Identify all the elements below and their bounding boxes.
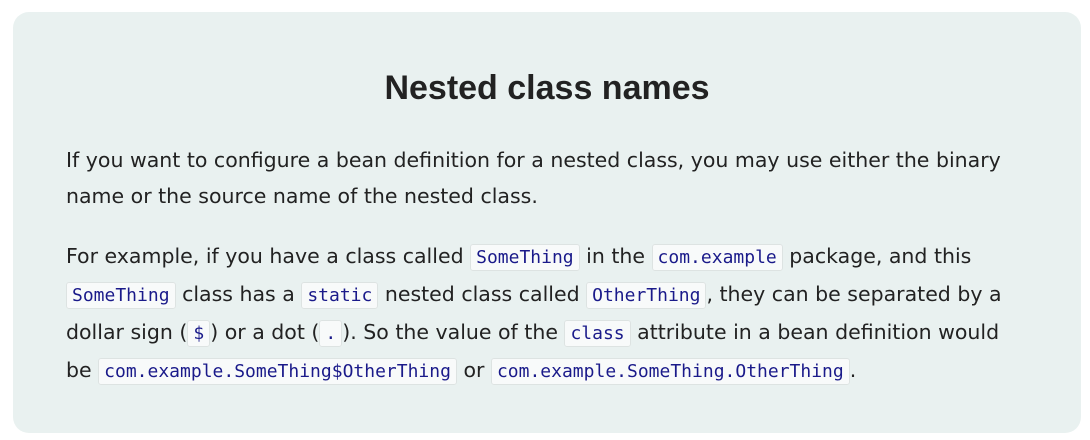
- code-somthing: SomeThing: [470, 244, 580, 271]
- code-somthing: SomeThing: [66, 282, 176, 309]
- code-package: com.example: [651, 244, 783, 271]
- text-segment: class has a: [175, 282, 302, 306]
- code-class-attr: class: [564, 320, 631, 347]
- note-box: Nested class names If you want to config…: [13, 12, 1081, 433]
- text-segment: ) or a dot (: [210, 320, 320, 344]
- text-segment: or: [456, 358, 491, 382]
- code-binary-name: com.example.SomeThing$OtherThing: [98, 358, 457, 385]
- section-title: Nested class names: [384, 69, 710, 107]
- code-source-name: com.example.SomeThing.OtherThing: [490, 358, 850, 385]
- example-paragraph: For example, if you have a class called …: [66, 238, 1028, 390]
- code-dot: .: [319, 320, 343, 347]
- code-static: static: [301, 282, 379, 309]
- text-segment: package, and this: [782, 244, 972, 268]
- code-otherthing: OtherThing: [586, 282, 707, 309]
- intro-paragraph: If you want to configure a bean definiti…: [66, 148, 1001, 208]
- text-segment: .: [849, 358, 857, 382]
- text-segment: For example, if you have a class called: [66, 244, 471, 268]
- text-segment: ). So the value of the: [342, 320, 565, 344]
- text-segment: nested class called: [378, 282, 587, 306]
- code-dollar: $: [187, 320, 211, 347]
- text-segment: in the: [579, 244, 652, 268]
